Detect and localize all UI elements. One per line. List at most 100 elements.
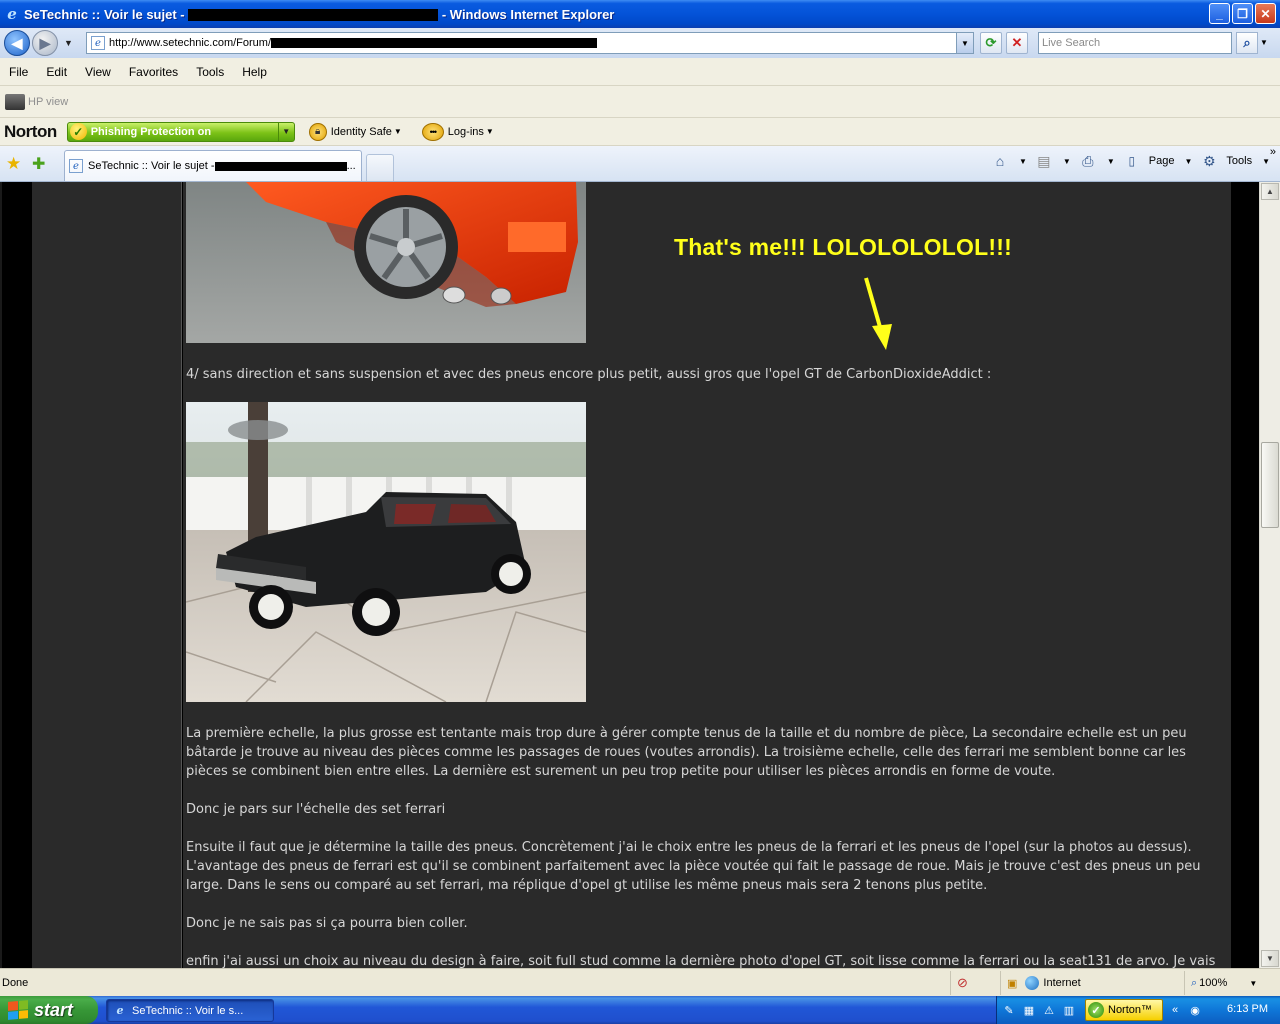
redacted-block: [188, 9, 439, 22]
menu-edit[interactable]: Edit: [46, 65, 67, 79]
page-menu-icon: ▯: [1128, 154, 1136, 168]
recent-pages-dropdown[interactable]: ▼: [64, 38, 73, 48]
command-bar: ⌂ ▼ ▤ ▼ ⎙ ▼ ▯ Page ▼ ⚙ Tools ▼: [991, 152, 1270, 170]
refresh-button[interactable]: ⟳: [980, 32, 1002, 54]
post-paragraph-5: enfin j'ai aussi un choix au niveau du d…: [186, 954, 1216, 968]
tools-menu-button[interactable]: Tools: [1226, 155, 1252, 167]
chevron-down-icon: ▼: [485, 127, 494, 136]
camera-icon: [5, 93, 25, 110]
window-title: SeTechnic :: Voir le sujet - - Windows I…: [24, 6, 615, 22]
chevron-down-icon[interactable]: ▼: [1249, 979, 1257, 988]
hp-toolbar: HP view: [0, 86, 1280, 118]
norton-toolbar: Norton ✓ Phishing Protection on ▼ 🔒︎ Ide…: [0, 118, 1280, 146]
ie-logo-icon: e: [7, 5, 17, 23]
favorites-center-icon[interactable]: ★: [6, 154, 21, 174]
post-image-black-car: [186, 402, 586, 702]
chevron-down-icon[interactable]: ▼: [1019, 157, 1027, 166]
checkmark-icon: ✓: [69, 123, 87, 140]
chevron-down-icon[interactable]: ▼: [1184, 157, 1192, 166]
scroll-up-button[interactable]: ▲: [1261, 183, 1279, 200]
tab-setechnic[interactable]: e SeTechnic :: Voir le sujet - ...: [64, 150, 362, 181]
lock-icon: 🔒︎: [308, 122, 327, 141]
menu-tools[interactable]: Tools: [196, 65, 224, 79]
windows-logo-icon: [8, 1000, 28, 1020]
page-menu-button[interactable]: Page: [1149, 155, 1175, 167]
menu-file[interactable]: File: [9, 65, 28, 79]
redacted-block: [214, 161, 347, 171]
menu-favorites[interactable]: Favorites: [129, 65, 178, 79]
tab-bar: ★ ✚ e SeTechnic :: Voir le sujet - ... ⌂…: [0, 146, 1280, 182]
tray-alert-icon[interactable]: ⚠: [1041, 1002, 1057, 1018]
close-button[interactable]: ✕: [1255, 3, 1276, 24]
menu-help[interactable]: Help: [242, 65, 267, 79]
address-toolbar: ◀ ▶ ▼ e http://www.setechnic.com/Forum/ …: [0, 28, 1280, 58]
url-text: http://www.setechnic.com/Forum/: [109, 37, 271, 49]
new-tab-button[interactable]: [366, 154, 394, 181]
start-button[interactable]: start: [0, 996, 98, 1024]
post-paragraph-3: Ensuite il faut que je détermine la tail…: [186, 840, 1201, 893]
privacy-report-icon[interactable]: ⊘: [957, 975, 968, 991]
feeds-icon[interactable]: ▤: [1035, 152, 1053, 170]
taskbar: start e SeTechnic :: Voir le s... ✎ ▦ ⚠ …: [0, 996, 1280, 1024]
hp-view-button[interactable]: HP view: [28, 96, 68, 108]
page-icon: e: [91, 36, 105, 50]
protected-mode-icon[interactable]: ▣: [1007, 977, 1017, 990]
chevron-down-icon[interactable]: ▼: [1262, 157, 1270, 166]
phishing-dropdown[interactable]: ▼: [277, 122, 294, 141]
globe-icon: [1025, 976, 1040, 990]
logins-button[interactable]: ••• Log-ins ▼: [421, 122, 494, 141]
zoom-level[interactable]: 100%: [1199, 977, 1227, 989]
post-image-red-car: [186, 182, 586, 343]
scroll-thumb[interactable]: [1261, 442, 1279, 528]
taskbar-item-ie[interactable]: e SeTechnic :: Voir le s...: [106, 999, 274, 1022]
tray-volume-icon[interactable]: ◉: [1187, 1002, 1203, 1018]
zoom-icon: ⌕: [1191, 976, 1198, 989]
page-icon: e: [69, 159, 83, 173]
phishing-protection-button[interactable]: ✓ Phishing Protection on ▼: [66, 121, 295, 142]
logins-icon: •••: [421, 122, 444, 141]
page-viewport: That's me!!! LOLOLOLOLOL!!! 4/ sans dire…: [0, 182, 1280, 968]
search-input[interactable]: Live Search: [1038, 32, 1232, 54]
menu-view[interactable]: View: [85, 65, 111, 79]
tray-network-icon[interactable]: ▥: [1061, 1002, 1077, 1018]
post-paragraph-1: La première echelle, la plus grosse est …: [186, 726, 1187, 779]
vertical-scrollbar[interactable]: ▲ ▼: [1259, 182, 1280, 968]
chevron-down-icon[interactable]: ▼: [1107, 157, 1115, 166]
stop-button[interactable]: ✕: [1006, 32, 1028, 54]
status-bar: Done ⊘ ▣ Internet ⌕ 100% ▼: [0, 968, 1280, 996]
post-line-4: 4/ sans direction et sans suspension et …: [186, 367, 992, 382]
chevron-down-icon[interactable]: ▼: [1063, 157, 1071, 166]
title-bar: e SeTechnic :: Voir le sujet - - Windows…: [0, 0, 1280, 28]
print-icon[interactable]: ⎙: [1079, 152, 1097, 170]
chevron-down-icon: ▼: [393, 127, 402, 136]
tray-tool-icon[interactable]: ✎: [1001, 1002, 1017, 1018]
norton-tray-button[interactable]: ✓ Norton™: [1085, 999, 1163, 1021]
back-button[interactable]: ◀: [4, 30, 30, 56]
tray-display-icon[interactable]: ▦: [1021, 1002, 1037, 1018]
address-bar[interactable]: e http://www.setechnic.com/Forum/ ▼: [86, 32, 974, 54]
add-favorites-icon[interactable]: ✚: [32, 154, 45, 174]
ie-logo-icon: e: [116, 1004, 124, 1017]
clock[interactable]: 6:13 PM: [1227, 1003, 1268, 1015]
system-tray: ✎ ▦ ⚠ ▥ ✓ Norton™ « ◉ 6:13 PM: [996, 996, 1280, 1024]
toolbar-overflow-icon[interactable]: »: [1270, 146, 1276, 158]
maximize-button[interactable]: ❐: [1232, 3, 1253, 24]
search-options-dropdown[interactable]: ▼: [1260, 38, 1268, 47]
post-author-column: [32, 182, 182, 968]
search-icon[interactable]: ⌕: [1236, 32, 1258, 54]
minimize-button[interactable]: _: [1209, 3, 1230, 24]
norton-logo: Norton: [4, 121, 57, 141]
scroll-down-button[interactable]: ▼: [1261, 950, 1279, 967]
status-text: Done: [2, 976, 29, 989]
address-dropdown[interactable]: ▼: [956, 33, 973, 53]
tray-expand-icon[interactable]: «: [1167, 1002, 1183, 1018]
security-zone[interactable]: Internet: [1043, 977, 1080, 989]
checkmark-icon: ✓: [1088, 1002, 1104, 1018]
home-icon[interactable]: ⌂: [991, 152, 1009, 170]
forward-button[interactable]: ▶: [32, 30, 58, 56]
identity-safe-button[interactable]: 🔒︎ Identity Safe ▼: [308, 122, 402, 141]
post-paragraph-2: Donc je pars sur l'échelle des set ferra…: [186, 802, 446, 817]
gear-icon: ⚙: [1203, 152, 1216, 169]
annotation-text: That's me!!! LOLOLOLOLOL!!!: [674, 234, 1012, 260]
redacted-block: [271, 38, 597, 48]
